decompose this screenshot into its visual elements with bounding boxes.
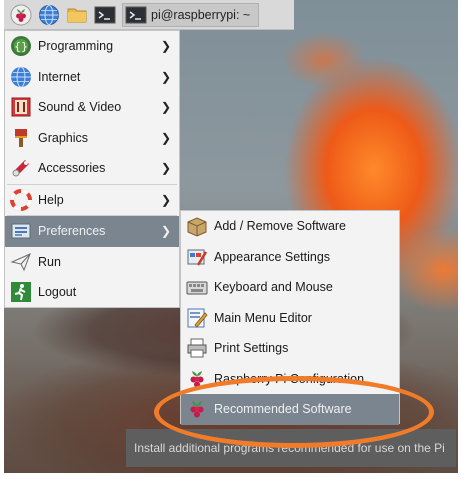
menu-editor-icon	[186, 307, 208, 329]
logout-running-man-icon	[10, 281, 32, 303]
raspberry-menu-icon[interactable]	[10, 4, 32, 26]
submenu-item-keyboard-mouse[interactable]: Keyboard and Mouse	[181, 272, 399, 303]
chevron-right-icon: ❯	[160, 192, 171, 207]
web-browser-icon[interactable]	[38, 4, 60, 26]
menu-item-label: Graphics	[38, 130, 89, 145]
help-lifebuoy-icon	[10, 188, 32, 211]
tooltip-text: Install additional programs recommended …	[134, 441, 445, 455]
taskbar: pi@raspberrypi: ~	[4, 0, 294, 30]
terminal-icon[interactable]	[94, 4, 116, 26]
chevron-right-icon: ❯	[160, 39, 171, 54]
menu-item-label: Help	[38, 192, 64, 207]
submenu-item-raspberry-pi-configuration[interactable]: Raspberry Pi Configuration	[181, 364, 399, 395]
chevron-right-icon: ❯	[160, 130, 171, 145]
submenu-item-add-remove-software[interactable]: Add / Remove Software	[181, 211, 399, 242]
submenu-item-label: Raspberry Pi Configuration	[214, 371, 365, 386]
chevron-right-icon: ❯	[160, 100, 171, 115]
menu-item-help[interactable]: Help ❯	[5, 185, 179, 216]
menu-item-label: Internet	[38, 69, 81, 84]
submenu-item-print-settings[interactable]: Print Settings	[181, 333, 399, 364]
menu-item-preferences[interactable]: Preferences ❯	[5, 216, 179, 247]
submenu-item-label: Main Menu Editor	[214, 310, 312, 325]
raspberry-icon	[186, 368, 208, 390]
keyboard-mouse-icon	[186, 276, 208, 298]
package-box-icon	[186, 215, 208, 237]
menu-item-internet[interactable]: Internet ❯	[5, 62, 179, 93]
programming-icon: {}	[10, 35, 32, 57]
menu-item-sound-video[interactable]: Sound & Video ❯	[5, 92, 179, 123]
chevron-right-icon: ❯	[160, 69, 171, 84]
accessories-icon	[10, 157, 32, 179]
menu-item-label: Logout	[38, 285, 77, 300]
svg-text:{}: {}	[14, 40, 28, 53]
sound-video-icon	[10, 96, 32, 118]
submenu-item-label: Appearance Settings	[214, 249, 331, 264]
chevron-right-icon: ❯	[160, 224, 171, 239]
file-manager-icon[interactable]	[66, 4, 88, 26]
preferences-submenu: Add / Remove Software Appearance Setting…	[180, 210, 400, 425]
submenu-item-appearance-settings[interactable]: Appearance Settings	[181, 242, 399, 273]
graphics-brush-icon	[10, 127, 32, 149]
menu-item-label: Preferences	[38, 224, 106, 239]
menu-item-label: Accessories	[38, 161, 106, 176]
menu-item-label: Sound & Video	[38, 100, 122, 115]
menu-item-run[interactable]: Run	[5, 247, 179, 278]
printer-icon	[186, 337, 208, 359]
menu-item-logout[interactable]: Logout	[5, 277, 179, 308]
menu-item-label: Programming	[38, 39, 114, 54]
submenu-item-label: Print Settings	[214, 341, 289, 356]
menu-item-label: Run	[38, 254, 61, 269]
menu-item-programming[interactable]: {} Programming ❯	[5, 31, 179, 62]
terminal-window-button[interactable]: pi@raspberrypi: ~	[122, 2, 260, 27]
submenu-item-main-menu-editor[interactable]: Main Menu Editor	[181, 303, 399, 334]
main-menu: {} Programming ❯ Internet ❯ Sound & Vide…	[4, 30, 180, 308]
submenu-item-label: Keyboard and Mouse	[214, 280, 333, 295]
tooltip: Install additional programs recommended …	[126, 429, 456, 467]
submenu-item-label: Recommended Software	[214, 402, 352, 417]
menu-item-graphics[interactable]: Graphics ❯	[5, 123, 179, 154]
window-title: pi@raspberrypi: ~	[151, 7, 251, 22]
desktop: pi@raspberrypi: ~ {} Programming ❯ Inter…	[4, 0, 458, 473]
chevron-right-icon: ❯	[160, 161, 171, 176]
submenu-item-label: Add / Remove Software	[214, 219, 347, 234]
preferences-icon	[10, 220, 32, 242]
submenu-item-recommended-software[interactable]: Recommended Software	[181, 394, 399, 425]
terminal-icon	[125, 4, 147, 26]
raspberry-icon	[186, 398, 208, 420]
menu-item-accessories[interactable]: Accessories ❯	[5, 153, 179, 184]
appearance-palette-icon	[186, 246, 208, 268]
internet-globe-icon	[10, 66, 32, 88]
run-paper-plane-icon	[10, 251, 32, 273]
